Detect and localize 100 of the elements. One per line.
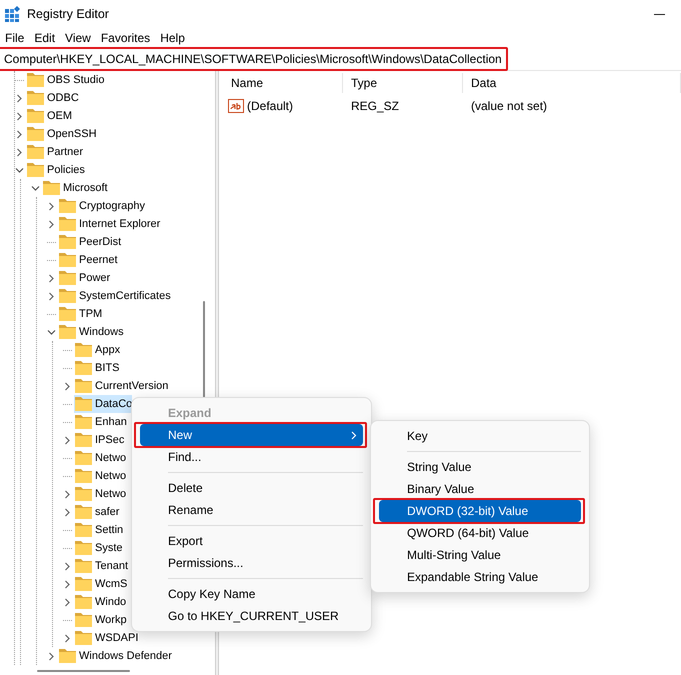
tree-item[interactable]: WSDAPI [74, 629, 138, 647]
folder-icon [75, 379, 92, 393]
table-cell-text: REG_SZ [350, 98, 400, 115]
menu-item[interactable]: Delete [140, 477, 363, 499]
chevron-right-icon[interactable] [47, 292, 56, 300]
folder-icon [75, 397, 92, 411]
chevron-down-icon[interactable] [31, 184, 40, 192]
tree-item[interactable]: Windo [74, 593, 126, 611]
menu-item[interactable]: Favorites [96, 30, 156, 44]
string-value-icon [228, 98, 244, 114]
folder-icon [27, 145, 44, 159]
chevron-right-icon[interactable] [15, 112, 24, 120]
chevron-right-icon[interactable] [63, 562, 72, 570]
chevron-right-icon[interactable] [63, 634, 72, 642]
tree-item[interactable]: Netwo [74, 467, 126, 485]
tree-item[interactable]: Netwo [74, 449, 126, 467]
chevron-right-icon[interactable] [47, 220, 56, 228]
tree-item[interactable]: DataCo [74, 395, 132, 413]
menu-item[interactable]: Expandable String Value [379, 566, 581, 588]
folder-icon [75, 631, 92, 645]
chevron-right-icon[interactable] [63, 490, 72, 498]
chevron-right-icon[interactable] [15, 94, 24, 102]
tree-item[interactable]: Settin [74, 521, 124, 539]
menu-item[interactable]: Help [155, 30, 190, 44]
tree-item[interactable]: Appx [74, 341, 120, 359]
menu-item[interactable]: File [0, 30, 30, 44]
chevron-right-icon[interactable] [63, 580, 72, 588]
menu-item[interactable]: Permissions... [140, 552, 363, 574]
column-header[interactable]: Type [343, 73, 463, 93]
tree-item[interactable]: Partner [26, 143, 84, 161]
tree-item[interactable]: Windows [58, 323, 124, 341]
tree-item[interactable]: ODBC [26, 89, 79, 107]
tree-item[interactable]: IPSec [74, 431, 124, 449]
menu-item[interactable]: Multi-String Value [379, 544, 581, 566]
folder-icon [59, 289, 76, 303]
folder-icon [75, 505, 92, 519]
menu-item[interactable]: Go to HKEY_CURRENT_USER [140, 605, 363, 627]
folder-icon [59, 325, 76, 339]
tree-item[interactable]: PeerDist [58, 233, 122, 251]
chevron-right-icon[interactable] [63, 436, 72, 444]
folder-icon [59, 235, 76, 249]
chevron-right-icon[interactable] [63, 508, 72, 516]
menu-item[interactable]: Copy Key Name [140, 583, 363, 605]
menu-item[interactable]: Export [140, 530, 363, 552]
chevron-right-icon[interactable] [47, 202, 56, 210]
tree-item[interactable]: Policies [26, 161, 85, 179]
menu-item[interactable]: Edit [29, 30, 60, 44]
column-header[interactable]: Name [223, 73, 343, 93]
chevron-right-icon[interactable] [63, 382, 72, 390]
menu-item[interactable]: String Value [379, 456, 581, 478]
tree-item[interactable]: BITS [74, 359, 120, 377]
chevron-right-icon[interactable] [15, 148, 24, 156]
column-header[interactable]: Data [463, 73, 681, 93]
folder-icon [75, 487, 92, 501]
folder-icon [75, 469, 92, 483]
tree-item[interactable]: Enhan [74, 413, 127, 431]
chevron-right-icon[interactable] [63, 598, 72, 606]
folder-icon [75, 343, 92, 357]
menu-item[interactable]: Key [379, 425, 581, 447]
tree-item[interactable]: WcmS [74, 575, 128, 593]
tree-item[interactable]: Netwo [74, 485, 126, 503]
tree-item[interactable]: OpenSSH [26, 125, 97, 143]
address-field[interactable]: Computer\HKEY_LOCAL_MACHINE\SOFTWARE\Policies\Microsoft\Windows\DataCollection [0, 47, 681, 70]
tree-item[interactable]: Workp [74, 611, 127, 629]
menu-item[interactable]: View [60, 30, 96, 44]
tree-item[interactable]: safer [74, 503, 120, 521]
menu-item[interactable]: Rename [140, 499, 363, 521]
chevron-right-icon[interactable] [47, 274, 56, 282]
tree-item[interactable]: Windows Defender [58, 647, 172, 665]
tree-item[interactable]: OBS Studio [26, 71, 104, 89]
chevron-down-icon[interactable] [47, 328, 56, 336]
folder-icon [75, 559, 92, 573]
folder-icon [75, 415, 92, 429]
tree-item[interactable]: OEM [26, 107, 72, 125]
menu-item[interactable]: Find... [140, 446, 363, 468]
tree-item[interactable]: Power [58, 269, 110, 287]
folder-icon [75, 523, 92, 537]
chevron-right-icon[interactable] [47, 652, 56, 660]
table-cell: (Default) [223, 97, 343, 115]
folder-icon [59, 271, 76, 285]
tree-item[interactable]: Cryptography [58, 197, 146, 215]
folder-icon [59, 199, 76, 213]
scrollbar-thumb[interactable] [37, 670, 130, 672]
tree-item[interactable]: Peernet [58, 251, 118, 269]
folder-icon [59, 253, 76, 267]
tree-item[interactable]: CurrentVersion [74, 377, 168, 395]
tree-item[interactable]: Syste [74, 539, 123, 557]
folder-icon [59, 649, 76, 663]
tree-item[interactable]: TPM [58, 305, 102, 323]
menu-item[interactable]: QWORD (64-bit) Value [379, 522, 581, 544]
folder-icon [27, 109, 44, 123]
folder-icon [75, 541, 92, 555]
chevron-right-icon[interactable] [15, 130, 24, 138]
tree-item[interactable]: Internet Explorer [58, 215, 160, 233]
tree-item[interactable]: Microsoft [42, 179, 108, 197]
menu-item[interactable]: Binary Value [379, 478, 581, 500]
folder-icon [43, 181, 60, 195]
tree-item[interactable]: SystemCertificates [58, 287, 171, 305]
chevron-down-icon[interactable] [15, 166, 24, 174]
tree-item[interactable]: Tenant [74, 557, 128, 575]
